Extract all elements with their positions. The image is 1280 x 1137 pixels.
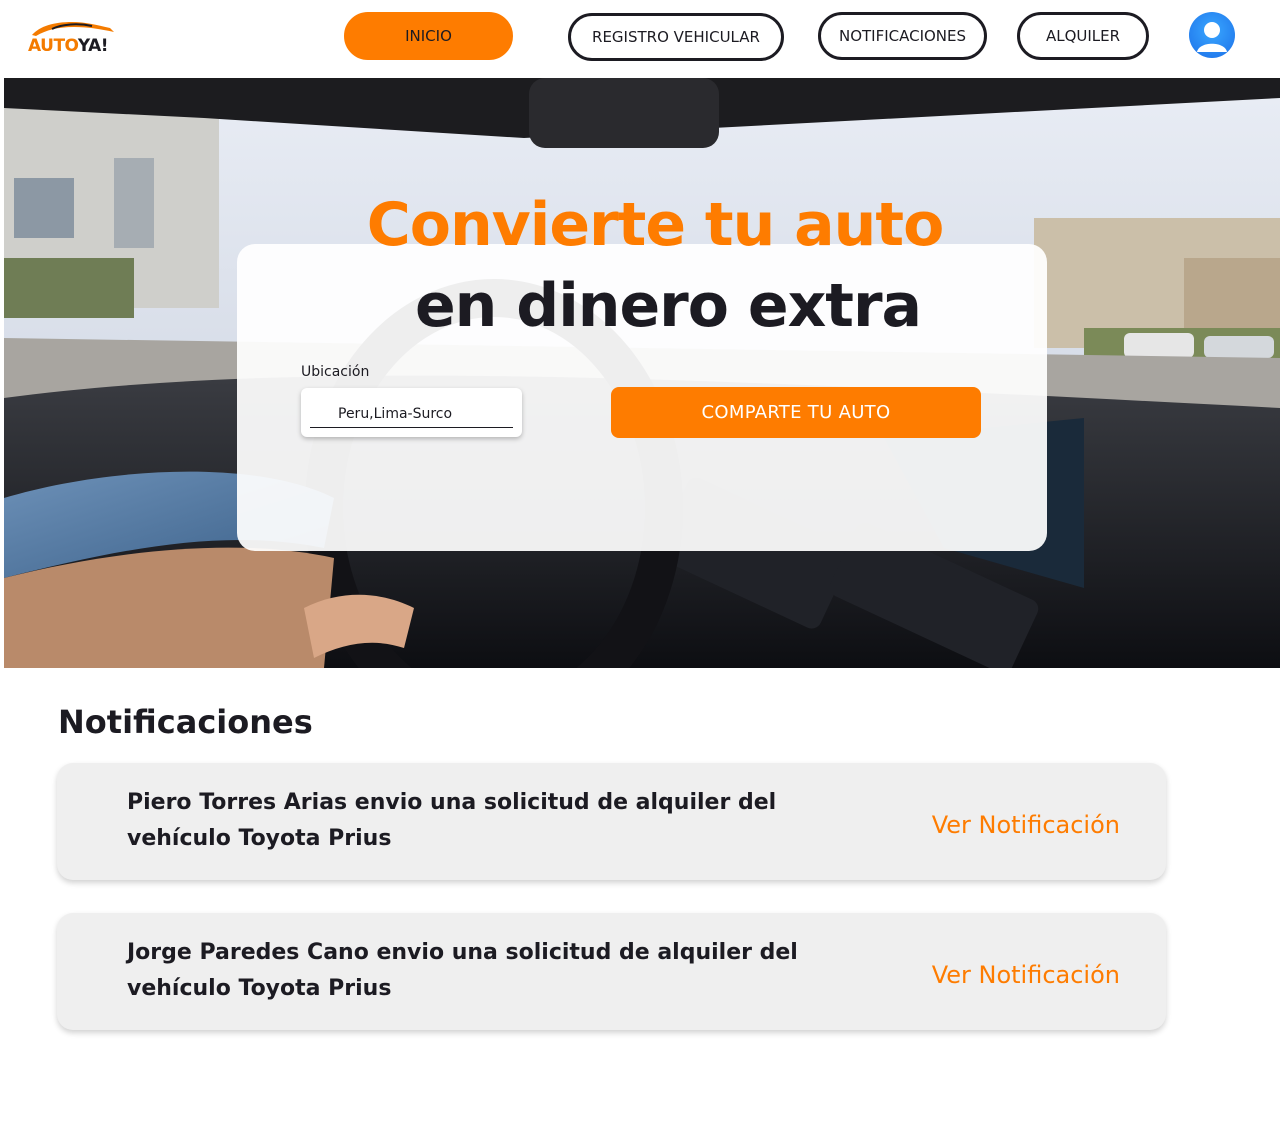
hero-title-line2: en dinero extra <box>414 271 922 341</box>
nav-alquiler-button[interactable]: ALQUILER <box>1017 12 1149 60</box>
notification-message: Jorge Paredes Cano envio una solicitud d… <box>127 940 798 1001</box>
car-logo-icon <box>32 22 114 36</box>
ver-notificacion-link[interactable]: Ver Notificación <box>932 961 1120 989</box>
location-input[interactable] <box>310 400 513 428</box>
nav-notificaciones-button[interactable]: NOTIFICACIONES <box>818 12 987 60</box>
nav-registro-vehicular-button[interactable]: REGISTRO VEHICULAR <box>568 13 784 61</box>
logo-text: AUTOYA! <box>28 36 108 56</box>
location-field-container <box>301 388 522 437</box>
hero-banner <box>4 78 1280 668</box>
ver-notificacion-link[interactable]: Ver Notificación <box>932 811 1120 839</box>
autoya-logo[interactable]: AUTOYA! <box>28 18 118 60</box>
notifications-title: Notificaciones <box>58 703 313 741</box>
location-label: Ubicación <box>301 364 370 380</box>
notification-message: Piero Torres Arias envio una solicitud d… <box>127 790 777 851</box>
nav-inicio-button[interactable]: INICIO <box>344 12 513 60</box>
hero-title-line1: Convierte tu auto <box>366 190 945 260</box>
notification-card: Piero Torres Arias envio una solicitud d… <box>57 763 1166 880</box>
user-profile-icon[interactable] <box>1189 12 1235 58</box>
top-navbar: AUTOYA! INICIO REGISTRO VEHICULAR NOTIFI… <box>0 0 1280 78</box>
notification-card: Jorge Paredes Cano envio una solicitud d… <box>57 913 1166 1030</box>
comparte-tu-auto-button[interactable]: COMPARTE TU AUTO <box>611 387 981 438</box>
